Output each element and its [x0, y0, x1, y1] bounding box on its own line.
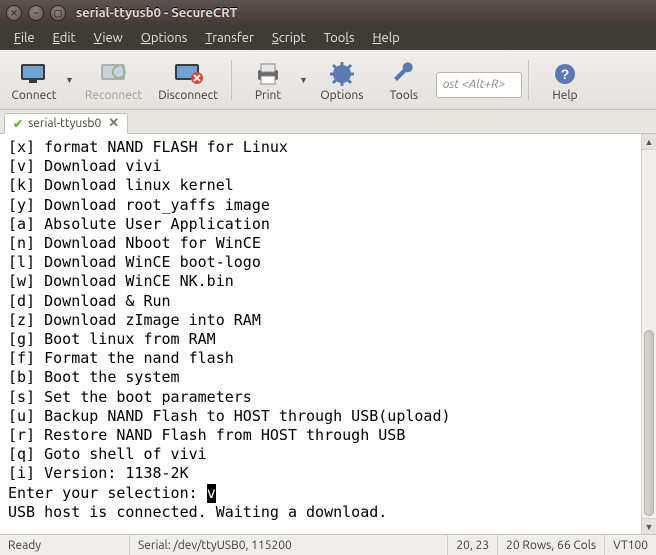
toolbar-reconnect-label: Reconnect [85, 89, 142, 102]
monitor-reconnect-icon [99, 60, 129, 88]
vertical-scrollbar[interactable]: ▲ ▼ [641, 134, 656, 534]
toolbar-options-label: Options [320, 89, 363, 102]
toolbar: Connect ▼ Reconnect Disconnect Print ▼ O… [0, 50, 656, 110]
printer-icon [254, 60, 282, 88]
toolbar-options-button[interactable]: Options [312, 53, 372, 107]
status-emulation: VT100 [605, 535, 656, 555]
terminal-area: [x] format NAND FLASH for Linux [v] Down… [0, 134, 656, 534]
window-minimize-button[interactable]: – [28, 5, 44, 21]
toolbar-help-label: Help [552, 89, 577, 102]
menu-bar: File Edit View Options Transfer Script T… [0, 26, 656, 50]
toolbar-disconnect-label: Disconnect [158, 89, 218, 102]
window-close-button[interactable]: ✕ [6, 5, 22, 21]
scrollbar-thumb[interactable] [644, 330, 654, 516]
status-ready: Ready [0, 535, 130, 555]
menu-help[interactable]: Help [364, 29, 407, 47]
status-serial: Serial: /dev/ttyUSB0, 115200 [130, 535, 448, 555]
window-maximize-button[interactable]: ▢ [50, 5, 66, 21]
menu-view[interactable]: View [86, 29, 131, 47]
menu-tools[interactable]: Tools [316, 29, 363, 47]
window-titlebar: ✕ – ▢ serial-ttyusb0 - SecureCRT [0, 0, 656, 26]
toolbar-reconnect-button: Reconnect [78, 53, 149, 107]
toolbar-help-button[interactable]: ? Help [535, 53, 595, 107]
status-bar: Ready Serial: /dev/ttyUSB0, 115200 20, 2… [0, 534, 656, 555]
monitor-connect-icon [19, 60, 49, 88]
chevron-down-icon[interactable]: ▼ [298, 75, 310, 85]
svg-text:?: ? [561, 66, 570, 82]
toolbar-print-button[interactable]: Print [238, 53, 298, 107]
tab-label: serial-ttyusb0 [28, 117, 101, 130]
terminal[interactable]: [x] format NAND FLASH for Linux [v] Down… [0, 134, 641, 534]
toolbar-separator [231, 60, 232, 100]
toolbar-tools-button[interactable]: Tools [374, 53, 434, 107]
menu-file[interactable]: File [6, 29, 43, 47]
check-icon: ✔ [13, 117, 23, 131]
menu-transfer[interactable]: Transfer [197, 29, 262, 47]
gear-icon [330, 60, 354, 88]
toolbar-print-label: Print [255, 89, 281, 102]
host-placeholder: ost <Alt+R> [443, 78, 505, 91]
wrench-icon [392, 60, 416, 88]
status-cursor-pos: 20, 23 [448, 535, 498, 555]
scroll-up-button[interactable]: ▲ [642, 134, 656, 150]
close-tab-icon[interactable]: ✕ [108, 116, 119, 131]
menu-script[interactable]: Script [264, 29, 314, 47]
session-tab[interactable]: ✔ serial-ttyusb0 ✕ [4, 113, 128, 134]
window-title: serial-ttyusb0 - SecureCRT [76, 6, 237, 20]
tab-bar: ✔ serial-ttyusb0 ✕ [0, 110, 656, 134]
menu-options[interactable]: Options [133, 29, 196, 47]
toolbar-connect-button[interactable]: Connect [4, 53, 64, 107]
help-icon: ? [553, 60, 577, 88]
toolbar-separator [528, 60, 529, 100]
toolbar-connect-label: Connect [12, 89, 57, 102]
host-input[interactable]: ost <Alt+R> [436, 72, 522, 98]
status-size: 20 Rows, 66 Cols [498, 535, 605, 555]
menu-edit[interactable]: Edit [45, 29, 84, 47]
toolbar-tools-label: Tools [390, 89, 419, 102]
monitor-disconnect-icon [173, 60, 203, 88]
scroll-down-button[interactable]: ▼ [642, 518, 656, 534]
toolbar-disconnect-button[interactable]: Disconnect [151, 53, 225, 107]
chevron-down-icon[interactable]: ▼ [64, 75, 76, 85]
